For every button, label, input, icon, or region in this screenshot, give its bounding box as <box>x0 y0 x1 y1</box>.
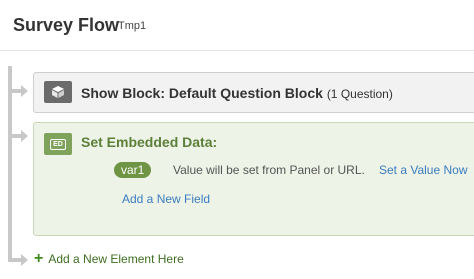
embedded-data-icon: ED <box>44 133 72 155</box>
flow-arrow-icon <box>12 85 28 97</box>
embedded-data-tag: ED <box>50 138 66 150</box>
embedded-field-name[interactable]: var1 <box>114 162 152 178</box>
page-header: Survey Flow Tmp1 <box>0 0 474 51</box>
plus-icon: + <box>34 250 44 267</box>
flow-arrow-icon <box>12 130 28 142</box>
question-count: (1 Question) <box>326 87 393 101</box>
add-new-element-button[interactable]: + Add a New Element Here <box>34 250 184 267</box>
embedded-data-title: Set Embedded Data: <box>81 134 218 150</box>
add-new-field-link[interactable]: Add a New Field <box>122 192 210 206</box>
flow-connector-line <box>8 66 12 262</box>
show-block-title: Show Block: Default Question Block (1 Qu… <box>81 85 393 101</box>
cube-icon <box>44 81 72 103</box>
show-block-element[interactable]: Show Block: Default Question Block (1 Qu… <box>33 72 474 113</box>
survey-name: Tmp1 <box>118 20 147 32</box>
add-new-element-label: Add a New Element Here <box>48 252 184 266</box>
embedded-field-description: Value will be set from Panel or URL. <box>173 163 365 177</box>
flow-arrow-icon <box>12 254 28 266</box>
embedded-data-element[interactable]: ED Set Embedded Data: var1 Value will be… <box>33 122 474 236</box>
set-value-now-link[interactable]: Set a Value Now <box>379 163 468 177</box>
page-title: Survey Flow <box>13 15 120 35</box>
show-block-label: Show Block: Default Question Block <box>81 85 323 101</box>
